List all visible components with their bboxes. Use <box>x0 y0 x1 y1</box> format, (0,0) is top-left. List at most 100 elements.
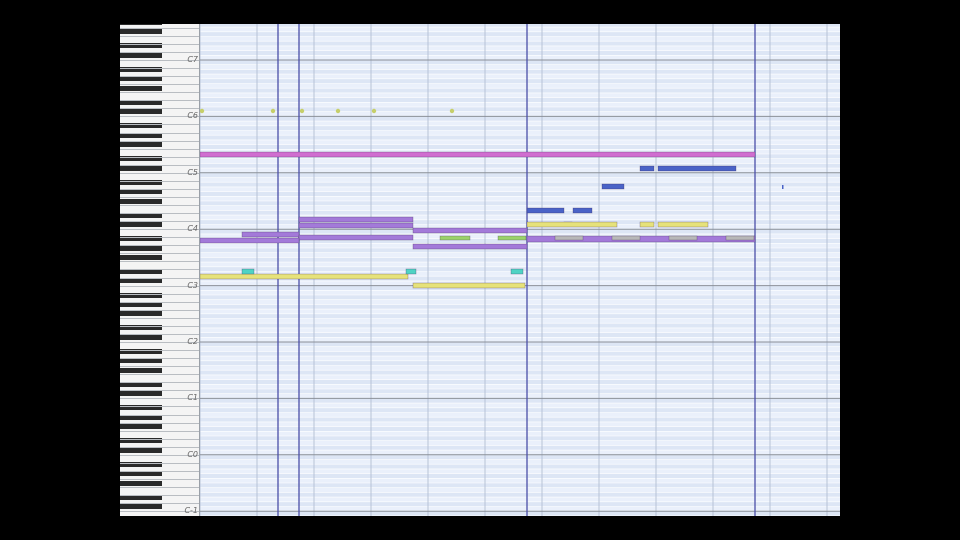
white-key-divider <box>120 325 199 327</box>
black-key[interactable] <box>120 480 162 486</box>
midi-note[interactable] <box>657 221 709 228</box>
white-key-divider <box>120 406 199 408</box>
row-lane <box>200 492 840 498</box>
octave-label: C2 <box>187 337 198 346</box>
row-lane <box>200 88 840 93</box>
midi-note[interactable] <box>572 207 593 214</box>
row-lane <box>200 370 840 375</box>
midi-note[interactable] <box>298 222 414 229</box>
midi-note[interactable] <box>510 268 524 275</box>
row-lane <box>200 191 840 197</box>
black-key[interactable] <box>120 391 162 397</box>
white-key-divider <box>120 245 199 247</box>
midi-note[interactable] <box>412 282 526 289</box>
white-key-divider <box>120 438 199 440</box>
midi-note[interactable] <box>668 235 698 241</box>
row-lane <box>200 426 840 432</box>
white-key-divider <box>120 100 199 102</box>
midi-note[interactable] <box>412 243 528 250</box>
row-lane <box>200 351 840 357</box>
row-lane <box>200 172 840 178</box>
black-key[interactable] <box>120 85 162 91</box>
black-key[interactable] <box>120 367 162 373</box>
midi-note[interactable] <box>611 235 641 241</box>
white-key-divider <box>120 390 199 392</box>
white-key-divider <box>120 27 199 29</box>
midi-note[interactable] <box>405 268 417 275</box>
black-key[interactable] <box>120 52 162 58</box>
midi-note[interactable] <box>241 268 255 275</box>
midi-note[interactable] <box>298 216 414 223</box>
black-key[interactable] <box>120 24 162 25</box>
black-key[interactable] <box>120 278 162 284</box>
white-key-divider <box>120 132 199 134</box>
midi-note[interactable] <box>725 235 755 241</box>
row-lane <box>200 483 840 488</box>
note-marker-dot <box>299 108 305 114</box>
midi-note[interactable] <box>200 151 756 158</box>
midi-note[interactable] <box>439 235 471 241</box>
piano-roll-grid[interactable] <box>200 24 840 516</box>
octave-label: C4 <box>187 224 198 234</box>
midi-note[interactable] <box>657 165 737 172</box>
row-lane <box>200 445 840 451</box>
row-lane <box>200 135 840 140</box>
row-lane <box>200 454 840 460</box>
octave-label: C5 <box>187 167 198 177</box>
midi-note[interactable] <box>526 221 618 228</box>
midi-note[interactable] <box>601 183 625 190</box>
row-lane <box>200 313 840 319</box>
midi-note[interactable] <box>639 165 655 172</box>
black-key[interactable] <box>120 447 162 453</box>
cursor-tick <box>782 185 784 189</box>
black-key[interactable] <box>120 424 162 430</box>
white-key-divider <box>120 205 199 207</box>
white-key-divider <box>120 51 199 53</box>
white-key-divider <box>120 108 199 110</box>
midi-note[interactable] <box>412 227 528 234</box>
midi-note[interactable] <box>241 231 300 238</box>
black-key[interactable] <box>120 504 162 509</box>
row-lane <box>200 60 840 65</box>
midi-note[interactable] <box>200 273 409 280</box>
midi-note[interactable] <box>497 235 527 241</box>
white-key-divider <box>120 446 199 448</box>
black-key[interactable] <box>120 198 162 204</box>
white-key-divider <box>120 430 199 432</box>
midi-note[interactable] <box>298 234 414 241</box>
white-key-divider <box>120 277 199 279</box>
midi-note[interactable] <box>526 207 565 214</box>
octave-label: C1 <box>187 393 198 403</box>
white-key-divider <box>120 503 199 505</box>
row-lane <box>200 116 840 122</box>
row-lane <box>200 182 840 187</box>
white-key-divider <box>120 213 199 215</box>
black-key[interactable] <box>120 109 162 115</box>
midi-note[interactable] <box>639 221 655 228</box>
row-lane <box>200 360 840 366</box>
black-key[interactable] <box>120 142 162 148</box>
note-marker-dot <box>270 108 276 114</box>
row-lane <box>200 125 840 131</box>
note-marker-dot <box>449 108 455 114</box>
midi-note[interactable] <box>200 237 300 244</box>
black-key[interactable] <box>120 334 162 340</box>
white-key-divider <box>120 301 199 303</box>
black-key[interactable] <box>120 165 162 171</box>
row-lane <box>200 41 840 46</box>
row-lane <box>200 24 840 28</box>
row-lane <box>200 473 840 479</box>
row-lane <box>200 50 840 56</box>
black-key[interactable] <box>120 311 162 317</box>
black-key[interactable] <box>120 222 162 227</box>
note-canvas[interactable] <box>200 24 840 516</box>
white-key-divider <box>120 84 199 86</box>
white-key-divider <box>120 196 199 198</box>
row-lane <box>200 304 840 310</box>
row-lane <box>200 436 840 441</box>
black-key[interactable] <box>120 254 162 260</box>
black-key[interactable] <box>120 29 162 35</box>
midi-note[interactable] <box>554 235 584 241</box>
piano-keyboard[interactable]: C7 C6 C5 C4 C3 C2 C1 C0 C-1 <box>120 24 200 516</box>
row-lane <box>200 323 840 328</box>
